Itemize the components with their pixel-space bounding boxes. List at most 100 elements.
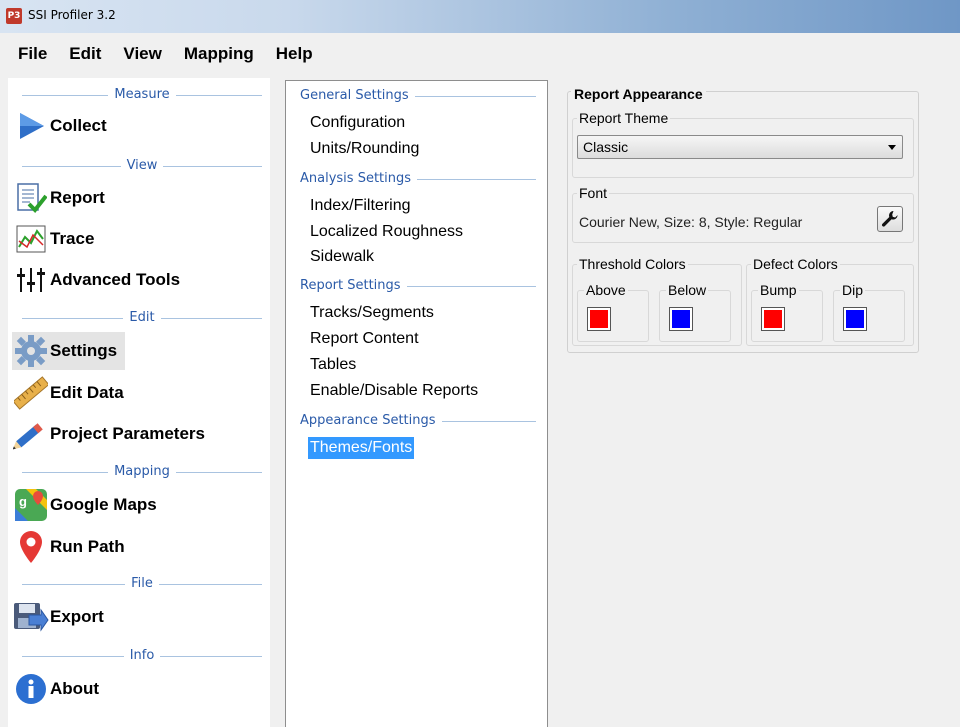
- nav-label: Export: [50, 607, 104, 626]
- sliders-icon: [12, 261, 50, 299]
- nav-edit-data-button[interactable]: Edit Data: [12, 374, 132, 412]
- group-general-settings: General Settings: [300, 88, 536, 104]
- map-icon: g: [12, 486, 50, 524]
- menu-help[interactable]: Help: [276, 44, 313, 64]
- chevron-down-icon: [888, 145, 896, 150]
- pencil-icon: [12, 415, 50, 453]
- title-bar: P3 SSI Profiler 3.2: [0, 0, 960, 33]
- trace-icon: [12, 220, 50, 258]
- defect-colors-label: Defect Colors: [751, 256, 840, 272]
- tree-item-configuration[interactable]: Configuration: [308, 112, 407, 134]
- nav-label: Report: [50, 188, 105, 207]
- nav-run-path-button[interactable]: Run Path: [12, 528, 133, 566]
- ruler-icon: [12, 374, 50, 412]
- tree-item-units-rounding[interactable]: Units/Rounding: [308, 138, 421, 160]
- report-theme-dropdown[interactable]: Classic: [577, 135, 903, 159]
- info-icon: [12, 670, 50, 708]
- bump-color-swatch[interactable]: [761, 307, 785, 331]
- dip-label: Dip: [840, 282, 866, 298]
- section-mapping: Mapping: [22, 464, 262, 480]
- tree-item-enable-disable-reports[interactable]: Enable/Disable Reports: [308, 380, 480, 402]
- app-icon: P3: [6, 8, 22, 24]
- font-value: Courier New, Size: 8, Style: Regular: [579, 214, 803, 230]
- section-edit: Edit: [22, 310, 262, 326]
- wrench-icon: [882, 211, 898, 227]
- nav-trace-button[interactable]: Trace: [12, 220, 102, 258]
- font-label: Font: [577, 185, 610, 201]
- tree-item-index-filtering[interactable]: Index/Filtering: [308, 195, 413, 217]
- above-color-group: Above: [577, 282, 649, 342]
- section-label: Info: [123, 648, 161, 663]
- nav-label: Settings: [50, 341, 118, 360]
- section-label: Mapping: [108, 464, 176, 479]
- tree-item-themes-fonts[interactable]: Themes/Fonts: [308, 437, 415, 459]
- nav-project-parameters-button[interactable]: Project Parameters: [12, 415, 213, 453]
- save-export-icon: [12, 598, 50, 636]
- report-appearance-group: Report Appearance Report Theme Classic F…: [567, 86, 919, 353]
- report-theme-value: Classic: [583, 139, 629, 155]
- section-info: Info: [22, 648, 262, 664]
- nav-label: About: [50, 679, 100, 698]
- nav-export-button[interactable]: Export: [12, 598, 112, 636]
- tree-item-tables[interactable]: Tables: [308, 354, 358, 376]
- nav-label: Google Maps: [50, 495, 157, 514]
- nav-advanced-tools-button[interactable]: Advanced Tools: [12, 261, 188, 299]
- tree-item-report-content[interactable]: Report Content: [308, 328, 421, 350]
- section-label: File: [125, 576, 159, 591]
- swatch-fill: [590, 310, 608, 328]
- report-theme-label: Report Theme: [577, 110, 671, 126]
- swatch-fill: [672, 310, 690, 328]
- font-picker-button[interactable]: [877, 206, 903, 232]
- group-label: Analysis Settings: [300, 171, 418, 186]
- section-view: View: [22, 158, 262, 174]
- menu-bar: File Edit View Mapping Help: [0, 33, 960, 75]
- menu-view[interactable]: View: [123, 44, 161, 64]
- bump-color-group: Bump: [751, 282, 823, 342]
- below-label: Below: [666, 282, 709, 298]
- below-color-swatch[interactable]: [669, 307, 693, 331]
- section-label: Measure: [108, 87, 176, 102]
- section-label: View: [120, 158, 164, 173]
- above-color-swatch[interactable]: [587, 307, 611, 331]
- play-icon: [12, 107, 50, 145]
- bump-label: Bump: [758, 282, 799, 298]
- tree-item-tracks-segments[interactable]: Tracks/Segments: [308, 302, 436, 324]
- menu-edit[interactable]: Edit: [69, 44, 101, 64]
- nav-settings-button[interactable]: Settings: [12, 332, 126, 370]
- gear-icon: [12, 332, 50, 370]
- report-appearance-title: Report Appearance: [571, 86, 706, 102]
- group-report-settings: Report Settings: [300, 278, 536, 294]
- threshold-colors-group: Threshold Colors Above Below: [572, 256, 742, 346]
- nav-report-button[interactable]: Report: [12, 179, 113, 217]
- nav-collect-button[interactable]: Collect: [12, 107, 115, 145]
- defect-colors-group: Defect Colors Bump Dip: [746, 256, 914, 346]
- group-label: Appearance Settings: [300, 413, 442, 428]
- section-label: Edit: [123, 310, 161, 325]
- dip-color-group: Dip: [833, 282, 905, 342]
- settings-tree: General Settings Configuration Units/Rou…: [285, 80, 548, 727]
- dip-color-swatch[interactable]: [843, 307, 867, 331]
- section-file: File: [22, 576, 262, 592]
- window-title: SSI Profiler 3.2: [28, 8, 116, 22]
- nav-label: Trace: [50, 229, 95, 248]
- swatch-fill: [764, 310, 782, 328]
- menu-file[interactable]: File: [18, 44, 47, 64]
- nav-label: Advanced Tools: [50, 270, 181, 289]
- threshold-colors-label: Threshold Colors: [577, 256, 688, 272]
- nav-label: Run Path: [50, 537, 125, 556]
- tree-item-sidewalk[interactable]: Sidewalk: [308, 246, 376, 268]
- below-color-group: Below: [659, 282, 731, 342]
- nav-google-maps-button[interactable]: g Google Maps: [12, 486, 165, 524]
- menu-mapping[interactable]: Mapping: [184, 44, 254, 64]
- nav-about-button[interactable]: About: [12, 670, 107, 708]
- navigation-pane: Measure Collect View Report Trace Advanc…: [8, 78, 270, 727]
- nav-label: Edit Data: [50, 383, 124, 402]
- map-pin-icon: [12, 528, 50, 566]
- tree-item-localized-roughness[interactable]: Localized Roughness: [308, 221, 465, 243]
- above-label: Above: [584, 282, 628, 298]
- group-label: Report Settings: [300, 278, 407, 293]
- nav-label: Collect: [50, 116, 107, 135]
- group-label: General Settings: [300, 88, 415, 103]
- report-theme-group: Report Theme Classic: [572, 110, 914, 178]
- group-analysis-settings: Analysis Settings: [300, 171, 536, 187]
